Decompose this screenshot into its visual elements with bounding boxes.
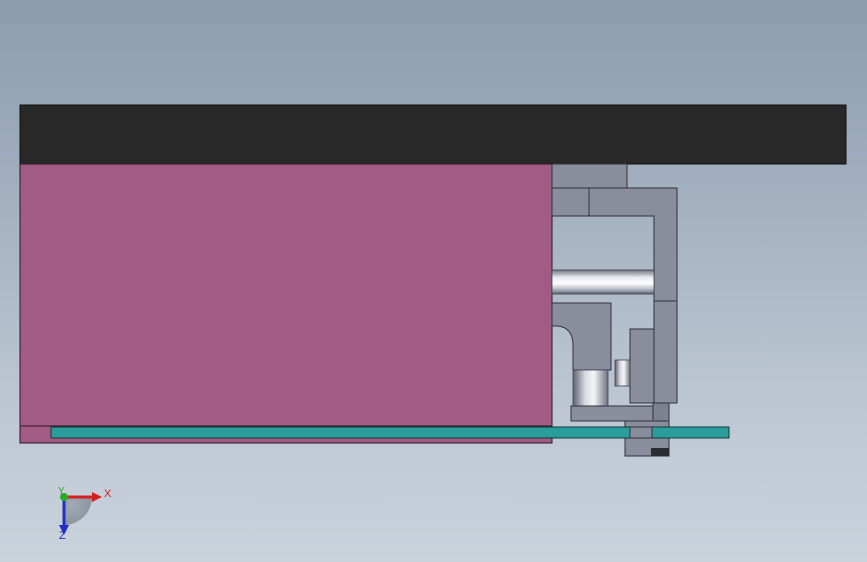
triad-z-label: Z — [59, 530, 66, 542]
graphics-viewport[interactable]: X Y Z — [0, 0, 867, 562]
teal-bar[interactable] — [50, 426, 730, 439]
bracket-assembly[interactable] — [551, 163, 678, 457]
clamp-block[interactable] — [551, 302, 612, 371]
triad-x-label: X — [104, 488, 112, 500]
teal-bar-cutout — [629, 426, 653, 439]
bracket-left-tab[interactable] — [551, 187, 590, 217]
bracket-lower-arm[interactable] — [653, 300, 678, 404]
bracket-top-block[interactable] — [551, 163, 628, 189]
model-view[interactable] — [0, 0, 867, 562]
coordinate-triad — [59, 492, 102, 535]
fastener-stem — [652, 402, 670, 422]
side-pin[interactable] — [614, 359, 631, 387]
triad-x-arrow — [92, 492, 102, 502]
triad-shadow — [64, 497, 92, 525]
clamp-pin[interactable] — [572, 369, 609, 407]
triad-y-label: Y — [58, 486, 65, 497]
bracket-lower-block[interactable] — [629, 328, 655, 404]
top-plate[interactable] — [19, 104, 847, 165]
fastener-base — [651, 448, 669, 456]
main-block[interactable] — [19, 163, 553, 444]
guide-shaft[interactable] — [551, 269, 655, 295]
lower-plate[interactable] — [570, 405, 665, 422]
